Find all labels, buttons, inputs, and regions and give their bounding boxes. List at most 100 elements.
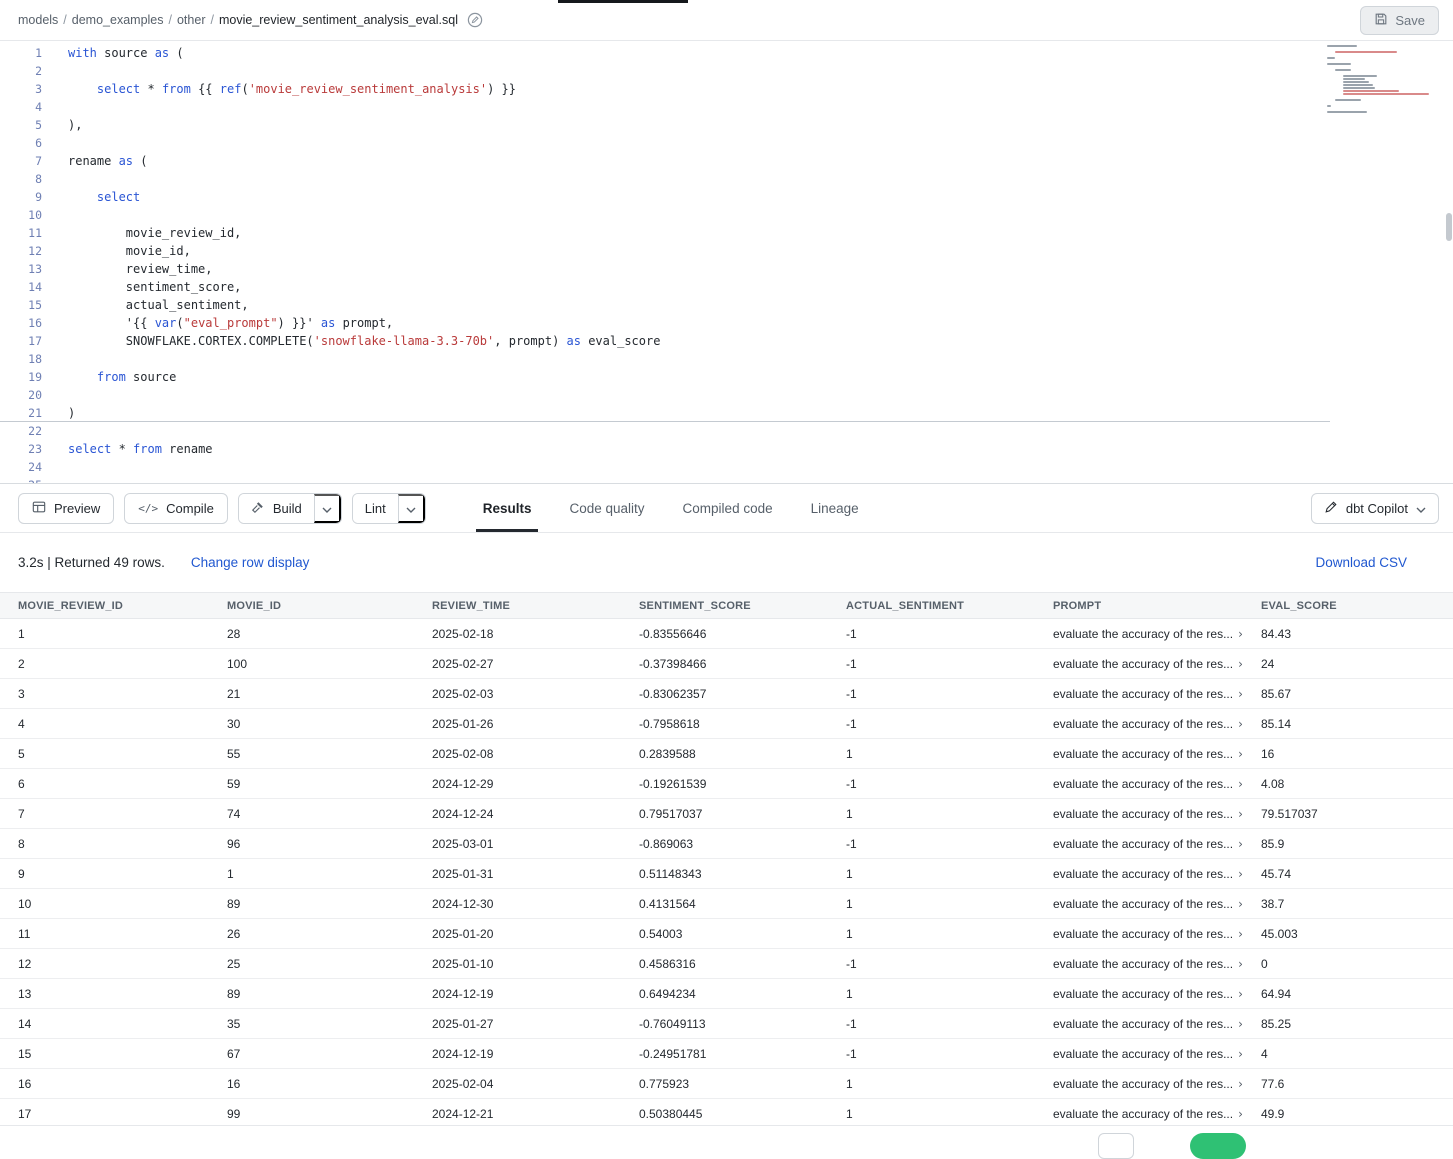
code-line-7[interactable]: 7rename as ( bbox=[0, 152, 1453, 170]
dbt-copilot-button[interactable]: dbt Copilot bbox=[1311, 493, 1439, 524]
table-row[interactable]: 7742024-12-240.795170371evaluate the acc… bbox=[0, 799, 1453, 829]
minimap[interactable] bbox=[1327, 45, 1437, 113]
cell: 2024-12-19 bbox=[414, 1039, 621, 1069]
code-line-25[interactable]: 25 bbox=[0, 476, 1453, 484]
editor-scrollbar[interactable] bbox=[1444, 41, 1453, 483]
prompt-text: evaluate the accuracy of the res... bbox=[1053, 1047, 1233, 1061]
prompt-expand-icon[interactable]: › bbox=[1238, 718, 1243, 730]
cell: -0.83062357 bbox=[621, 679, 828, 709]
table-row[interactable]: 21002025-02-27-0.37398466-1evaluate the … bbox=[0, 649, 1453, 679]
prompt-expand-icon[interactable]: › bbox=[1238, 688, 1243, 700]
table-row[interactable]: 10892024-12-300.41315641evaluate the acc… bbox=[0, 889, 1453, 919]
prompt-expand-icon[interactable]: › bbox=[1238, 1078, 1243, 1090]
code-line-4[interactable]: 4 bbox=[0, 98, 1453, 116]
lint-button[interactable]: Lint bbox=[353, 494, 398, 523]
code-line-19[interactable]: 19 from source bbox=[0, 368, 1453, 386]
cell: 1 bbox=[828, 859, 1035, 889]
prompt-expand-icon[interactable]: › bbox=[1238, 778, 1243, 790]
code-line-2[interactable]: 2 bbox=[0, 62, 1453, 80]
tab-code-quality[interactable]: Code quality bbox=[550, 484, 663, 532]
code-line-11[interactable]: 11 movie_review_id, bbox=[0, 224, 1453, 242]
code-line-6[interactable]: 6 bbox=[0, 134, 1453, 152]
code-editor[interactable]: 1with source as (23 select * from {{ ref… bbox=[0, 41, 1453, 484]
line-number: 1 bbox=[0, 44, 42, 62]
cell: 2025-01-10 bbox=[414, 949, 621, 979]
prompt-cell: evaluate the accuracy of the res...› bbox=[1035, 889, 1243, 919]
footer-secondary-button[interactable] bbox=[1098, 1133, 1134, 1159]
table-row[interactable]: 1282025-02-18-0.83556646-1evaluate the a… bbox=[0, 619, 1453, 649]
lint-dropdown-button[interactable] bbox=[398, 494, 425, 523]
code-line-21[interactable]: 21) bbox=[0, 404, 1330, 422]
code-line-1[interactable]: 1with source as ( bbox=[0, 44, 1453, 62]
code-line-5[interactable]: 5), bbox=[0, 116, 1453, 134]
breadcrumb-segment[interactable]: other bbox=[177, 13, 206, 27]
breadcrumb-segment[interactable]: movie_review_sentiment_analysis_eval.sql bbox=[219, 13, 458, 27]
table-row[interactable]: 17992024-12-210.503804451evaluate the ac… bbox=[0, 1099, 1453, 1126]
change-row-display-link[interactable]: Change row display bbox=[191, 555, 310, 570]
table-row[interactable]: 4302025-01-26-0.7958618-1evaluate the ac… bbox=[0, 709, 1453, 739]
tab-compiled-code[interactable]: Compiled code bbox=[664, 484, 792, 532]
prompt-expand-icon[interactable]: › bbox=[1238, 868, 1243, 880]
breadcrumb-segment[interactable]: demo_examples bbox=[72, 13, 164, 27]
prompt-expand-icon[interactable]: › bbox=[1238, 898, 1243, 910]
cell: 89 bbox=[209, 889, 414, 919]
table-row[interactable]: 16162025-02-040.7759231evaluate the accu… bbox=[0, 1069, 1453, 1099]
table-row[interactable]: 14352025-01-27-0.76049113-1evaluate the … bbox=[0, 1009, 1453, 1039]
table-row[interactable]: 13892024-12-190.64942341evaluate the acc… bbox=[0, 979, 1453, 1009]
prompt-expand-icon[interactable]: › bbox=[1238, 958, 1243, 970]
table-row[interactable]: 15672024-12-19-0.24951781-1evaluate the … bbox=[0, 1039, 1453, 1069]
table-row[interactable]: 12252025-01-100.4586316-1evaluate the ac… bbox=[0, 949, 1453, 979]
tab-lineage[interactable]: Lineage bbox=[792, 484, 878, 532]
prompt-expand-icon[interactable]: › bbox=[1238, 928, 1243, 940]
code-line-3[interactable]: 3 select * from {{ ref('movie_review_sen… bbox=[0, 80, 1453, 98]
code-line-9[interactable]: 9 select bbox=[0, 188, 1453, 206]
editor-scrollbar-thumb[interactable] bbox=[1446, 213, 1452, 241]
prompt-expand-icon[interactable]: › bbox=[1238, 808, 1243, 820]
cell: 4 bbox=[0, 709, 209, 739]
table-row[interactable]: 8962025-03-01-0.869063-1evaluate the acc… bbox=[0, 829, 1453, 859]
prompt-expand-icon[interactable]: › bbox=[1238, 1108, 1243, 1120]
prompt-cell: evaluate the accuracy of the res...› bbox=[1035, 679, 1243, 709]
code-line-20[interactable]: 20 bbox=[0, 386, 1453, 404]
table-row[interactable]: 3212025-02-03-0.83062357-1evaluate the a… bbox=[0, 679, 1453, 709]
code-line-8[interactable]: 8 bbox=[0, 170, 1453, 188]
prompt-expand-icon[interactable]: › bbox=[1238, 1018, 1243, 1030]
preview-button[interactable]: Preview bbox=[18, 493, 114, 524]
code-line-15[interactable]: 15 actual_sentiment, bbox=[0, 296, 1453, 314]
code-line-13[interactable]: 13 review_time, bbox=[0, 260, 1453, 278]
code-line-18[interactable]: 18 bbox=[0, 350, 1453, 368]
build-button-group: Build bbox=[238, 493, 342, 524]
model-info-icon[interactable] bbox=[467, 12, 483, 28]
prompt-expand-icon[interactable]: › bbox=[1238, 748, 1243, 760]
build-dropdown-button[interactable] bbox=[314, 494, 341, 523]
column-header-eval_score: EVAL_SCORE bbox=[1243, 593, 1453, 619]
code-line-24[interactable]: 24 bbox=[0, 458, 1453, 476]
code-line-16[interactable]: 16 '{{ var("eval_prompt") }}' as prompt, bbox=[0, 314, 1453, 332]
build-button[interactable]: Build bbox=[239, 494, 314, 523]
table-row[interactable]: 5552025-02-080.28395881evaluate the accu… bbox=[0, 739, 1453, 769]
prompt-expand-icon[interactable]: › bbox=[1238, 1048, 1243, 1060]
prompt-expand-icon[interactable]: › bbox=[1238, 838, 1243, 850]
download-csv-link[interactable]: Download CSV bbox=[1315, 555, 1407, 570]
code-text: actual_sentiment, bbox=[42, 296, 249, 314]
compile-button[interactable]: </> Compile bbox=[124, 493, 228, 524]
code-line-12[interactable]: 12 movie_id, bbox=[0, 242, 1453, 260]
footer-primary-button[interactable] bbox=[1190, 1133, 1246, 1159]
code-line-22[interactable]: 22 bbox=[0, 422, 1453, 440]
table-row[interactable]: 11262025-01-200.540031evaluate the accur… bbox=[0, 919, 1453, 949]
prompt-expand-icon[interactable]: › bbox=[1238, 658, 1243, 670]
breadcrumb-segment[interactable]: models bbox=[18, 13, 58, 27]
prompt-expand-icon[interactable]: › bbox=[1238, 988, 1243, 1000]
code-line-10[interactable]: 10 bbox=[0, 206, 1453, 224]
table-row[interactable]: 912025-01-310.511483431evaluate the accu… bbox=[0, 859, 1453, 889]
tab-results[interactable]: Results bbox=[464, 484, 551, 532]
prompt-expand-icon[interactable]: › bbox=[1238, 628, 1243, 640]
results-tabs: ResultsCode qualityCompiled codeLineage bbox=[464, 484, 878, 532]
code-line-23[interactable]: 23select * from rename bbox=[0, 440, 1453, 458]
code-text: review_time, bbox=[42, 260, 213, 278]
cell: -1 bbox=[828, 709, 1035, 739]
table-row[interactable]: 6592024-12-29-0.19261539-1evaluate the a… bbox=[0, 769, 1453, 799]
code-line-14[interactable]: 14 sentiment_score, bbox=[0, 278, 1453, 296]
save-button[interactable]: Save bbox=[1360, 6, 1439, 35]
code-line-17[interactable]: 17 SNOWFLAKE.CORTEX.COMPLETE('snowflake-… bbox=[0, 332, 1453, 350]
